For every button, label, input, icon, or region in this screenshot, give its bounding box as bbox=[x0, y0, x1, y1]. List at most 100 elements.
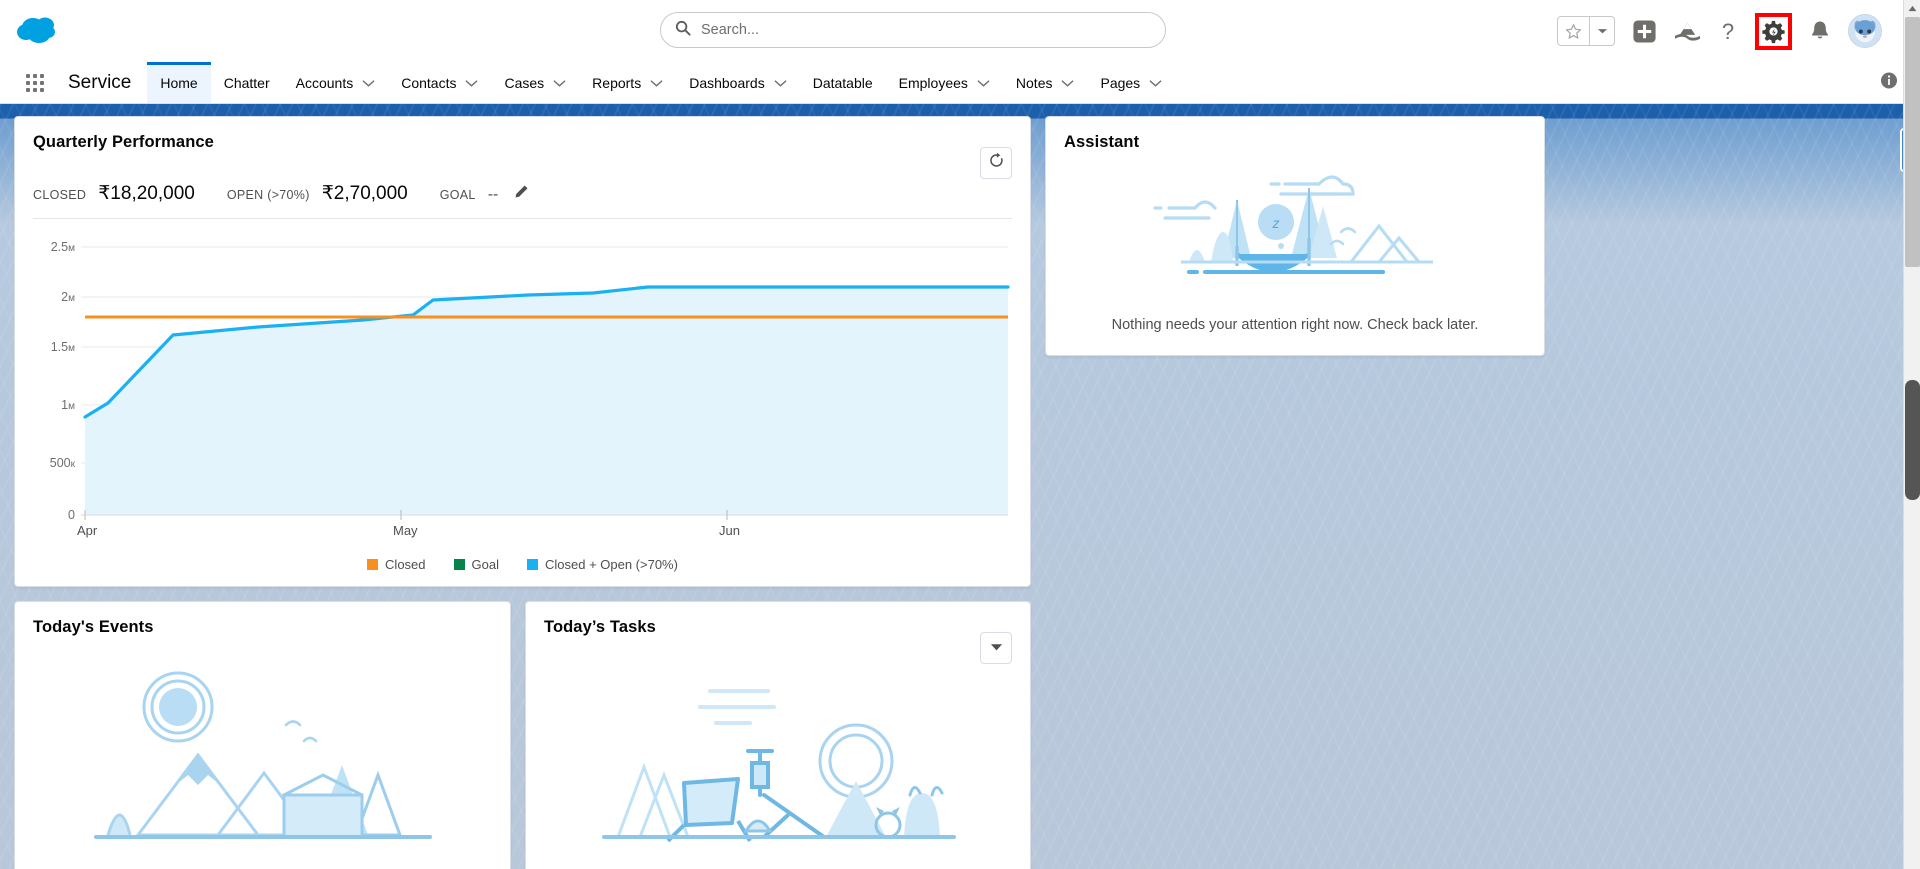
todays-tasks-title: Today’s Tasks bbox=[544, 618, 656, 636]
legend-swatch bbox=[453, 559, 465, 570]
info-circle-icon[interactable] bbox=[1880, 71, 1898, 94]
favorites-group[interactable] bbox=[1557, 16, 1615, 46]
global-search[interactable] bbox=[660, 12, 1166, 48]
assistant-empty-text: Nothing needs your attention right now. … bbox=[1111, 317, 1479, 333]
bell-icon[interactable] bbox=[1809, 19, 1831, 43]
nav-tab-label: Accounts bbox=[295, 74, 354, 91]
nav-tab-notes[interactable]: Notes bbox=[1003, 62, 1088, 103]
nav-tab-label: Notes bbox=[1015, 74, 1053, 91]
legend-item-closed-plus-open[interactable]: Closed + Open (>70%) bbox=[526, 557, 678, 572]
y-tick-label: 1м bbox=[61, 398, 75, 412]
nav-tab-contacts[interactable]: Contacts bbox=[388, 62, 491, 103]
right-column: Assistant z Nothing needs your attention… bbox=[1045, 116, 1545, 869]
left-column: Quarterly Performance CLOSED ₹18,20,000 … bbox=[14, 116, 1031, 869]
nav-tab-datatable[interactable]: Datatable bbox=[800, 62, 886, 103]
scrollbar-thumb[interactable] bbox=[1905, 17, 1920, 267]
nav-tab-reports[interactable]: Reports bbox=[579, 62, 676, 103]
chevron-down-icon[interactable] bbox=[1589, 17, 1614, 45]
campfire-chair-empty-state-illustration bbox=[544, 655, 1012, 869]
home-page-grid: Quarterly Performance CLOSED ₹18,20,000 … bbox=[0, 104, 1920, 869]
scroll-up-arrow[interactable] bbox=[1904, 0, 1920, 17]
nav-tab-label: Datatable bbox=[812, 74, 873, 91]
metric-label-open: OPEN (>70%) bbox=[226, 188, 310, 202]
legend-swatch bbox=[526, 559, 538, 570]
legend-label: Closed bbox=[385, 557, 426, 572]
svg-text:?: ? bbox=[1722, 19, 1734, 44]
nav-tab-chatter[interactable]: Chatter bbox=[211, 62, 283, 103]
metric-label-goal: GOAL bbox=[439, 188, 476, 202]
setup-gear-highlight-box bbox=[1755, 12, 1792, 50]
refresh-icon bbox=[988, 152, 1005, 174]
legend-label: Goal bbox=[471, 557, 499, 572]
quarterly-performance-card: Quarterly Performance CLOSED ₹18,20,000 … bbox=[14, 116, 1031, 587]
nav-tab-label: Contacts bbox=[401, 74, 457, 91]
nav-tab-label: Dashboards bbox=[689, 74, 765, 91]
app-name: Service bbox=[68, 71, 132, 93]
quarterly-performance-chart: 2.5м 2м 1.5м 1м 500к 0 Apr May Jun bbox=[33, 225, 1012, 555]
star-icon[interactable] bbox=[1558, 17, 1589, 45]
metric-value-closed: ₹18,20,000 bbox=[98, 183, 195, 204]
pencil-icon[interactable] bbox=[514, 184, 529, 199]
nav-tab-label: Employees bbox=[898, 74, 968, 91]
nav-tab-label: Cases bbox=[504, 74, 545, 91]
scrollbar-thumb-active[interactable] bbox=[1905, 380, 1920, 500]
search-icon bbox=[675, 20, 691, 41]
search-input[interactable] bbox=[701, 22, 1151, 38]
metric-value-open: ₹2,70,000 bbox=[321, 183, 408, 204]
y-tick-label: 500к bbox=[50, 456, 76, 470]
nav-items: Home Chatter Accounts Contacts Cases Rep… bbox=[147, 62, 1175, 103]
hammock-sleeping-empty-state-illustration: z bbox=[1064, 162, 1526, 297]
chevron-down-icon[interactable] bbox=[1061, 75, 1075, 91]
nav-tab-label: Chatter bbox=[223, 74, 270, 91]
legend-label: Closed + Open (>70%) bbox=[544, 557, 678, 572]
y-tick-label: 1.5м bbox=[51, 340, 75, 354]
global-header: ? bbox=[0, 0, 1920, 62]
legend-swatch bbox=[367, 559, 379, 570]
quarterly-metrics: CLOSED ₹18,20,000 OPEN (>70%) ₹2,70,000 … bbox=[33, 182, 1012, 219]
nav-tab-pages[interactable]: Pages bbox=[1087, 62, 1175, 103]
chevron-down-icon[interactable] bbox=[553, 75, 566, 91]
assistant-card: Assistant z Nothing needs your attention… bbox=[1045, 116, 1545, 356]
legend-item-goal[interactable]: Goal bbox=[453, 557, 499, 572]
question-mark-icon[interactable]: ? bbox=[1718, 19, 1738, 44]
metric-label-closed: CLOSED bbox=[33, 188, 87, 202]
page-body: Quarterly Performance CLOSED ₹18,20,000 … bbox=[0, 104, 1920, 869]
nav-tab-label: Reports bbox=[592, 74, 642, 91]
trailhead-mountain-icon[interactable] bbox=[1674, 20, 1701, 42]
todays-events-card: Today's Events bbox=[14, 601, 511, 869]
chevron-down-icon[interactable] bbox=[1149, 75, 1162, 91]
todays-events-title: Today's Events bbox=[33, 618, 154, 636]
nav-tab-cases[interactable]: Cases bbox=[491, 62, 579, 103]
nav-tab-employees[interactable]: Employees bbox=[886, 62, 1003, 103]
todays-tasks-dropdown-button[interactable] bbox=[980, 632, 1012, 664]
gear-icon[interactable] bbox=[1761, 19, 1786, 44]
nav-tab-dashboards[interactable]: Dashboards bbox=[676, 62, 800, 103]
svg-text:z: z bbox=[1272, 215, 1280, 231]
app-launcher-grid-icon[interactable] bbox=[24, 73, 46, 92]
avatar[interactable] bbox=[1848, 14, 1882, 48]
refresh-button[interactable] bbox=[980, 147, 1012, 179]
chevron-down-icon bbox=[990, 639, 1003, 657]
chevron-down-icon[interactable] bbox=[362, 75, 375, 91]
y-tick-label: 0 bbox=[68, 508, 75, 522]
plus-square-icon[interactable] bbox=[1632, 19, 1657, 44]
legend-item-closed[interactable]: Closed bbox=[367, 557, 426, 572]
chevron-down-icon[interactable] bbox=[774, 75, 787, 91]
nav-tab-accounts[interactable]: Accounts bbox=[283, 62, 389, 103]
header-icon-group: ? bbox=[1557, 0, 1882, 62]
todays-tasks-card: Today’s Tasks bbox=[525, 601, 1031, 869]
search-box[interactable] bbox=[660, 12, 1166, 48]
assistant-title: Assistant bbox=[1064, 133, 1140, 151]
app-navigation-bar: Service Home Chatter Accounts Contacts C… bbox=[0, 62, 1920, 104]
nav-tab-label: Pages bbox=[1100, 74, 1141, 91]
chart-legend: Closed Goal Closed + Open (>70%) bbox=[33, 557, 1012, 576]
salesforce-cloud-logo[interactable] bbox=[14, 11, 70, 51]
chevron-down-icon[interactable] bbox=[465, 75, 479, 91]
x-tick-label: Jun bbox=[719, 523, 740, 538]
nav-tab-home[interactable]: Home bbox=[147, 62, 212, 103]
chevron-down-icon[interactable] bbox=[650, 75, 663, 91]
chevron-down-icon[interactable] bbox=[977, 75, 990, 91]
camping-mountains-empty-state-illustration bbox=[33, 655, 492, 869]
vertical-scrollbar[interactable] bbox=[1903, 0, 1920, 869]
bottom-card-row: Today's Events Today’s Tasks bbox=[14, 601, 1031, 869]
